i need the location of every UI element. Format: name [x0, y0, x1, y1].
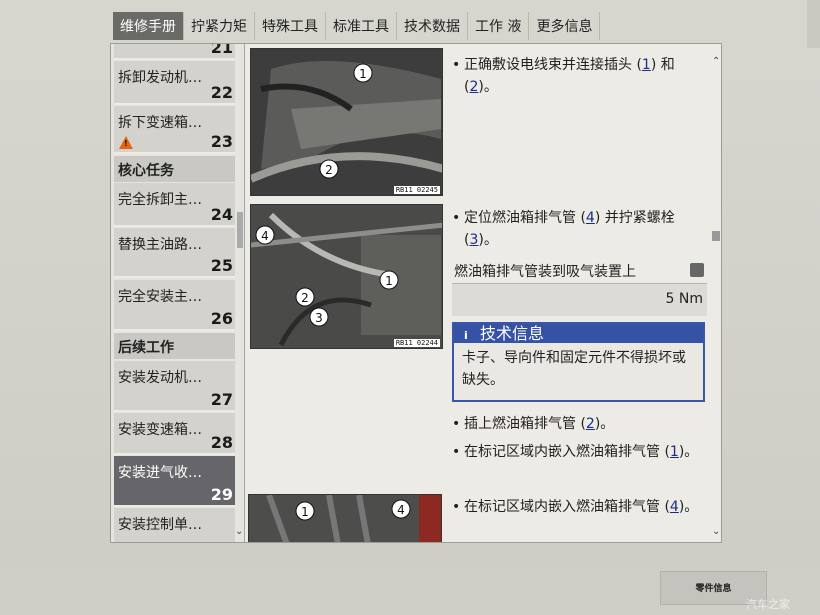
- svg-text:2: 2: [325, 163, 333, 177]
- sidebar-item-label: 安装变速箱…: [118, 422, 202, 438]
- sidebar-item-label: 拆下变速箱…: [118, 115, 202, 131]
- sidebar-item-number: 30: [211, 541, 233, 542]
- sidebar-heading-core: 核心任务: [114, 156, 235, 182]
- engine-figure-1: 1 2 RB11 02245: [250, 48, 443, 196]
- engine-figure-2: 4 1 2 3 RB11 02244: [250, 204, 443, 349]
- svg-text:4: 4: [261, 229, 269, 243]
- watermark: 汽车之家: [746, 598, 790, 611]
- sidebar-item-number: 28: [210, 433, 233, 452]
- tab-more-info[interactable]: 更多信息: [529, 12, 601, 40]
- sidebar-item-24[interactable]: 完全拆卸主… 24: [114, 183, 235, 227]
- engine-figure-3: 1 4: [248, 494, 442, 542]
- torque-spec-title: 燃油箱排气管装到吸气装置上: [452, 257, 707, 284]
- sidebar-item-number: 24: [210, 205, 233, 224]
- sidebar-item-28[interactable]: 安装变速箱… 28: [114, 413, 235, 455]
- sidebar-item-29[interactable]: 安装进气收… 29: [114, 456, 235, 507]
- callout-link-1[interactable]: 1: [670, 444, 679, 460]
- window-edge: [807, 0, 820, 48]
- sidebar-scroll-thumb[interactable]: [237, 212, 243, 248]
- sidebar-item-label: 安装发动机…: [118, 370, 202, 386]
- figure-code: RB11 02244: [393, 339, 440, 347]
- content-scrollbar[interactable]: [710, 44, 721, 542]
- top-toolbar: 维修手册 拧紧力矩 特殊工具 标准工具 技术数据 工作 液 更多信息: [0, 0, 820, 48]
- svg-text:1: 1: [301, 505, 309, 519]
- callout-link-4[interactable]: 4: [670, 499, 679, 515]
- content-scroll-thumb[interactable]: [712, 231, 720, 241]
- torque-wrench-icon[interactable]: [690, 263, 704, 277]
- svg-text:4: 4: [397, 503, 405, 517]
- sidebar-item-number: 23: [210, 132, 233, 151]
- sidebar-item-30[interactable]: 安装控制单… 30: [114, 508, 235, 542]
- sidebar-scrollbar[interactable]: [237, 44, 244, 542]
- sidebar-item-26[interactable]: 完全安装主… 26: [114, 280, 235, 331]
- svg-text:3: 3: [315, 311, 323, 325]
- callout-link-4[interactable]: 4: [586, 210, 595, 226]
- tab-standard-tools[interactable]: 标准工具: [326, 12, 397, 40]
- scroll-up-icon[interactable]: ⌃: [712, 56, 720, 67]
- torque-value: 5 Nm: [452, 284, 707, 316]
- tab-repair-manual[interactable]: 维修手册: [113, 12, 184, 40]
- info-box-body: 卡子、导向件和固定元件不得损坏或缺失。: [462, 350, 686, 388]
- scroll-down-icon[interactable]: ⌄: [712, 526, 720, 537]
- tab-technical-data[interactable]: 技术数据: [397, 12, 468, 40]
- figure-code: RB11 02245: [393, 186, 440, 194]
- manual-content: 21 拆卸发动机… 22 拆下变速箱… ! 23 核心任务 完全拆卸主… 24 …: [110, 43, 722, 543]
- sidebar-item-label: 安装控制单…: [118, 517, 202, 533]
- sidebar-item-22[interactable]: 拆卸发动机… 22: [114, 61, 235, 105]
- info-box-header: i 技术信息: [454, 324, 703, 343]
- figure-column: 1 2 RB11 02245 4 1 2 3 RB11 02244 1 4: [245, 44, 450, 542]
- sidebar-item-number: 29: [210, 485, 233, 504]
- instruction-column: • 正确敷设电线束并连接插头 (1) 和 (2)。 • 定位燃油箱排气管 (4)…: [450, 44, 709, 542]
- sidebar-item-25[interactable]: 替换主油路… 25: [114, 228, 235, 278]
- scroll-down-icon[interactable]: ⌄: [235, 526, 243, 537]
- sidebar-item-27[interactable]: 安装发动机… 27: [114, 361, 235, 412]
- sidebar-item-number: 25: [210, 256, 233, 275]
- sidebar-item-number: 22: [210, 83, 233, 102]
- sidebar-item-label: 完全安装主…: [118, 289, 202, 305]
- info-icon: i: [464, 329, 468, 342]
- step-sidebar: 21 拆卸发动机… 22 拆下变速箱… ! 23 核心任务 完全拆卸主… 24 …: [111, 44, 245, 542]
- svg-text:2: 2: [301, 291, 309, 305]
- sidebar-heading-follow-up: 后续工作: [114, 333, 235, 359]
- tab-special-tools[interactable]: 特殊工具: [255, 12, 326, 40]
- warning-icon: !: [119, 136, 133, 149]
- screen: 维修手册 拧紧力矩 特殊工具 标准工具 技术数据 工作 液 更多信息 21 拆卸…: [0, 0, 820, 615]
- svg-text:1: 1: [359, 67, 367, 81]
- tab-bar: 维修手册 拧紧力矩 特殊工具 标准工具 技术数据 工作 液 更多信息: [113, 12, 601, 40]
- technical-info-box: i 技术信息 卡子、导向件和固定元件不得损坏或缺失。: [452, 322, 705, 402]
- tab-fluids[interactable]: 工作 液: [468, 12, 530, 40]
- sidebar-item-number: 21: [210, 44, 233, 57]
- callout-link-2[interactable]: 2: [586, 416, 595, 432]
- sidebar-item-23[interactable]: 拆下变速箱… ! 23: [114, 106, 235, 154]
- sidebar-item-label: 拆卸发动机…: [118, 70, 202, 86]
- sidebar-item-number: 26: [210, 309, 233, 328]
- sidebar-item-label: 完全拆卸主…: [118, 192, 202, 208]
- sidebar-item-21[interactable]: 21: [114, 44, 235, 60]
- sidebar-item-number: 27: [210, 390, 233, 409]
- sidebar-item-label: 替换主油路…: [118, 237, 202, 253]
- callout-link-1[interactable]: 1: [642, 57, 651, 73]
- sidebar-item-label: 安装进气收…: [118, 465, 202, 481]
- svg-text:1: 1: [385, 274, 393, 288]
- tab-torque[interactable]: 拧紧力矩: [184, 12, 255, 40]
